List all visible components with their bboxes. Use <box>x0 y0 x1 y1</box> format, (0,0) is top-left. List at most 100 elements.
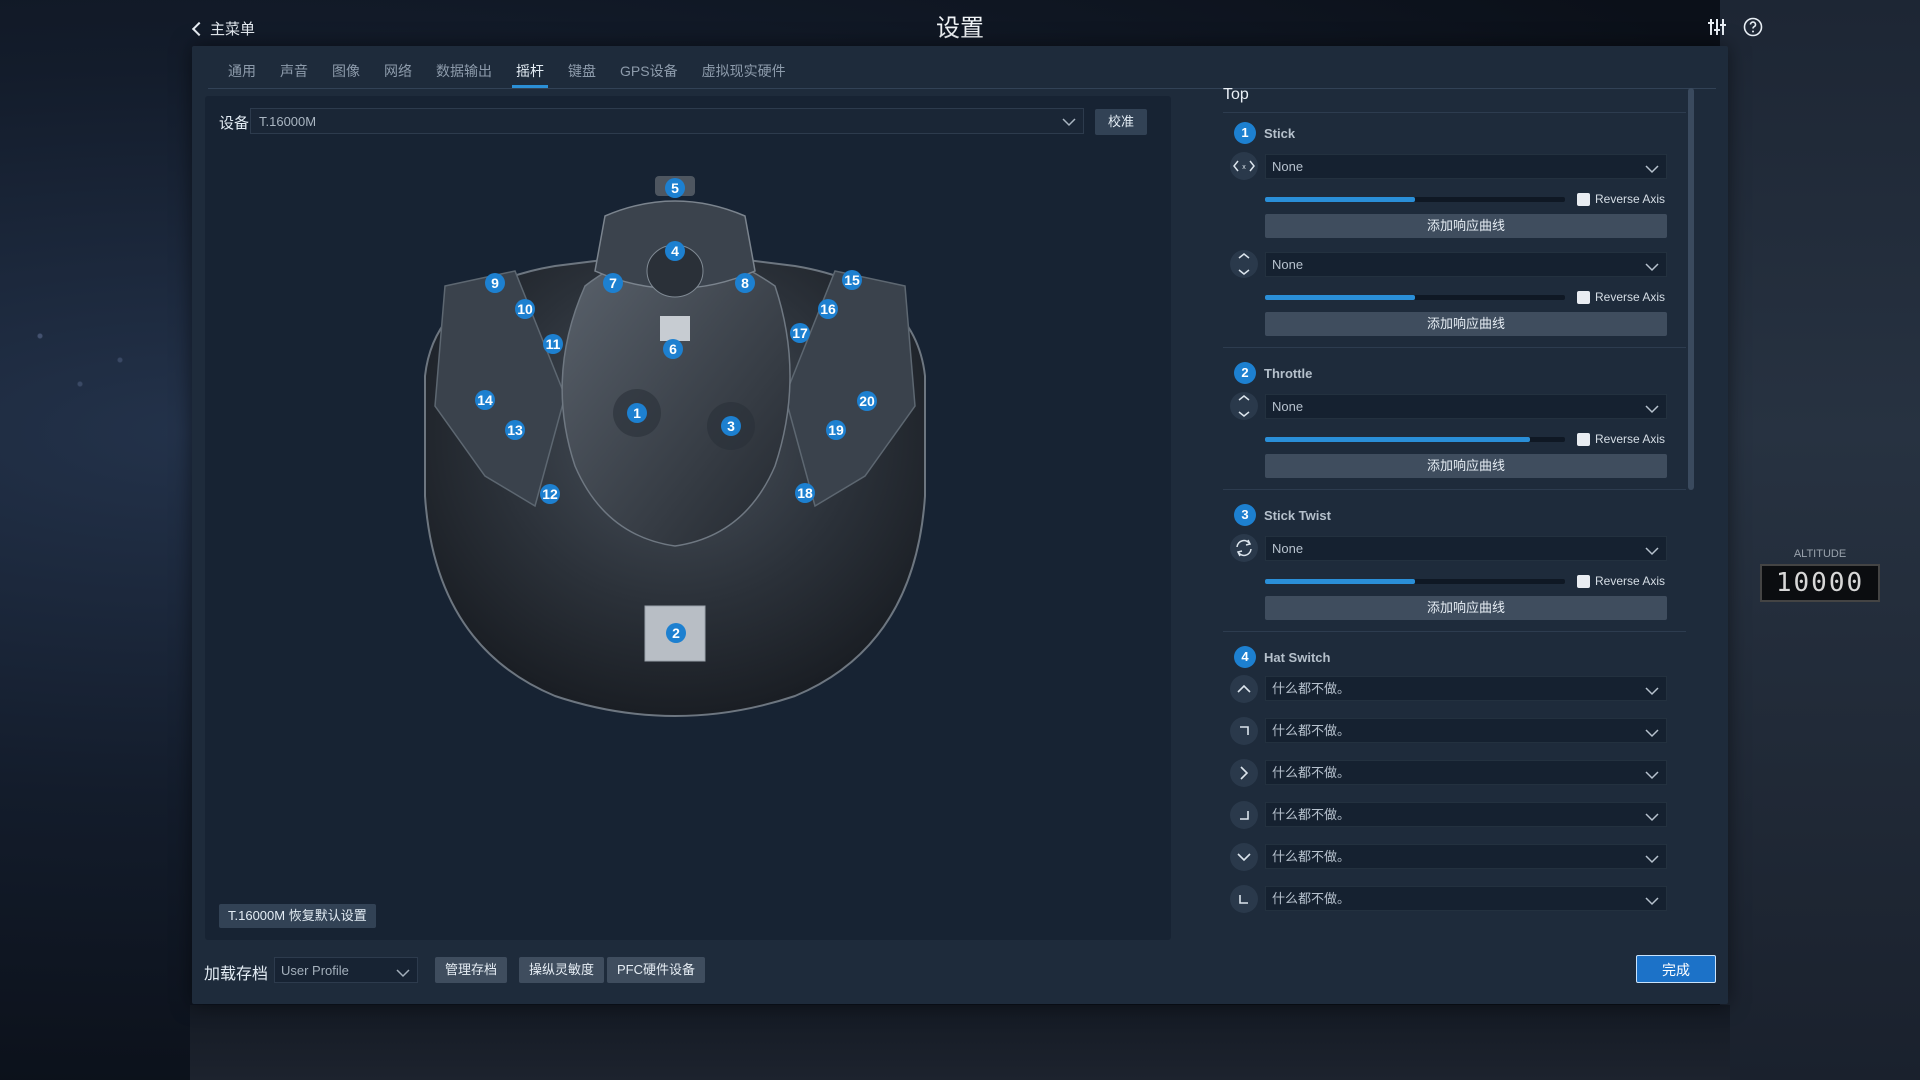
joystick-view: 设备 T.16000M 校准 5 4 6 7 8 9 10 11 12 13 1… <box>205 96 1171 940</box>
checkbox[interactable] <box>1577 432 1590 446</box>
hat-down-icon <box>1230 843 1258 871</box>
hat-down-left-icon <box>1230 885 1258 913</box>
reverse-axis-label: Reverse Axis <box>1595 574 1666 588</box>
axis-sensitivity-slider[interactable] <box>1265 295 1565 300</box>
tab-network[interactable]: 网络 <box>372 60 424 88</box>
checkbox[interactable] <box>1577 192 1590 206</box>
vertical-axis-icon <box>1230 392 1258 420</box>
divider <box>1223 112 1686 113</box>
hat-up-right-icon <box>1230 717 1258 745</box>
divider <box>1223 489 1686 490</box>
hat-action-select[interactable]: 什么都不做。 <box>1265 802 1667 827</box>
group-name: Stick Twist <box>1264 508 1331 523</box>
vertical-axis-icon <box>1230 250 1258 278</box>
device-select-value: T.16000M <box>259 114 317 129</box>
tab-general[interactable]: 通用 <box>216 60 268 88</box>
group-name: Stick <box>1264 126 1296 141</box>
add-response-curve-button[interactable]: 添加响应曲线 <box>1265 214 1667 238</box>
pfc-hardware-button[interactable]: PFC硬件设备 <box>607 957 706 983</box>
chevron-down-icon <box>1644 850 1660 874</box>
twist-axis-icon <box>1230 534 1258 562</box>
hat-action-select[interactable]: 什么都不做。 <box>1265 844 1667 869</box>
chevron-down-icon <box>1644 160 1660 184</box>
axis-select[interactable]: None <box>1265 154 1667 179</box>
button-4-label: 4 <box>671 243 679 259</box>
sliders-icon[interactable] <box>1706 16 1728 38</box>
tab-sound[interactable]: 声音 <box>268 60 320 88</box>
sensitivity-button[interactable]: 操纵灵敏度 <box>519 957 605 983</box>
button-10-label: 10 <box>517 301 533 317</box>
button-2-label: 2 <box>672 625 680 641</box>
axis-select[interactable]: None <box>1265 394 1667 419</box>
done-button[interactable]: 完成 <box>1636 955 1716 983</box>
group-number-badge: 3 <box>1234 504 1256 526</box>
chevron-down-icon <box>1644 542 1660 566</box>
axis-select[interactable]: None <box>1265 536 1667 561</box>
reverse-axis-checkbox[interactable]: Reverse Axis <box>1577 432 1665 446</box>
restore-defaults-button[interactable]: T.16000M 恢复默认设置 <box>219 904 376 928</box>
add-response-curve-button[interactable]: 添加响应曲线 <box>1265 312 1667 336</box>
checkbox[interactable] <box>1577 290 1590 304</box>
scrollbar[interactable] <box>1688 88 1694 490</box>
chevron-down-icon <box>1644 258 1660 282</box>
hat-action-select[interactable]: 什么都不做。 <box>1265 718 1667 743</box>
hat-action-value: 什么都不做。 <box>1272 849 1351 864</box>
reverse-axis-checkbox[interactable]: Reverse Axis <box>1577 192 1665 206</box>
group-number-badge: 4 <box>1234 646 1256 668</box>
chevron-down-icon <box>1644 724 1660 748</box>
axis-select[interactable]: None <box>1265 252 1667 277</box>
profile-select[interactable]: User Profile <box>274 957 418 983</box>
tab-bar: 通用 声音 图像 网络 数据输出 摇杆 键盘 GPS设备 虚拟现实硬件 <box>216 60 798 88</box>
altitude-value: 10000 <box>1760 564 1880 602</box>
load-profile-label: 加载存档 <box>204 966 269 983</box>
tab-keyboard[interactable]: 键盘 <box>556 60 608 88</box>
axis-select-value: None <box>1272 541 1304 556</box>
chevron-down-icon <box>395 963 411 989</box>
button-9-label: 9 <box>491 275 499 291</box>
reverse-axis-checkbox[interactable]: Reverse Axis <box>1577 574 1665 588</box>
group-name: Hat Switch <box>1264 650 1331 665</box>
slider-fill <box>1265 437 1530 442</box>
button-13-label: 13 <box>507 422 523 438</box>
device-select[interactable]: T.16000M <box>250 108 1084 134</box>
checkbox[interactable] <box>1577 574 1590 588</box>
tab-graphics[interactable]: 图像 <box>320 60 372 88</box>
tab-gps[interactable]: GPS设备 <box>608 60 690 88</box>
button-5-label: 5 <box>671 180 679 196</box>
background-cockpit-bottom <box>190 1005 1730 1080</box>
reverse-axis-checkbox[interactable]: Reverse Axis <box>1577 290 1665 304</box>
button-11-label: 11 <box>546 336 561 352</box>
help-icon[interactable] <box>1742 16 1764 38</box>
add-response-curve-button[interactable]: 添加响应曲线 <box>1265 596 1667 620</box>
add-response-curve-button[interactable]: 添加响应曲线 <box>1265 454 1667 478</box>
reverse-axis-label: Reverse Axis <box>1595 432 1666 446</box>
chevron-down-icon <box>1644 682 1660 706</box>
top-icons <box>1706 16 1764 38</box>
page-title: 设置 <box>936 15 984 42</box>
button-15-label: 15 <box>844 272 860 288</box>
manage-profiles-button[interactable]: 管理存档 <box>435 957 508 983</box>
hat-action-value: 什么都不做。 <box>1272 765 1351 780</box>
tab-joystick[interactable]: 摇杆 <box>504 60 556 88</box>
altitude-label: ALTITUDE <box>1793 548 1847 560</box>
button-1-label: 1 <box>633 405 641 421</box>
calibrate-button[interactable]: 校准 <box>1095 109 1147 135</box>
button-19-label: 19 <box>828 422 844 438</box>
tab-vr-hardware[interactable]: 虚拟现实硬件 <box>690 60 798 88</box>
hat-right-icon <box>1230 759 1258 787</box>
hat-action-select[interactable]: 什么都不做。 <box>1265 676 1667 701</box>
hat-action-select[interactable]: 什么都不做。 <box>1265 760 1667 785</box>
axis-bindings-panel: Top 1 Stick x None Reverse Axis 添加响应曲线 N… <box>1223 86 1698 946</box>
joystick-image: 5 4 6 7 8 9 10 11 12 13 14 15 16 17 18 1… <box>424 176 926 717</box>
background-lights <box>0 300 200 420</box>
button-6-label: 6 <box>669 341 677 357</box>
button-12-label: 12 <box>542 486 558 502</box>
tab-data-output[interactable]: 数据输出 <box>424 60 504 88</box>
axis-sensitivity-slider[interactable] <box>1265 579 1565 584</box>
axis-sensitivity-slider[interactable] <box>1265 197 1565 202</box>
slider-fill <box>1265 197 1415 202</box>
svg-text:x: x <box>1242 164 1246 171</box>
reverse-axis-label: Reverse Axis <box>1595 192 1666 206</box>
hat-action-select[interactable]: 什么都不做。 <box>1265 886 1667 911</box>
axis-sensitivity-slider[interactable] <box>1265 437 1565 442</box>
